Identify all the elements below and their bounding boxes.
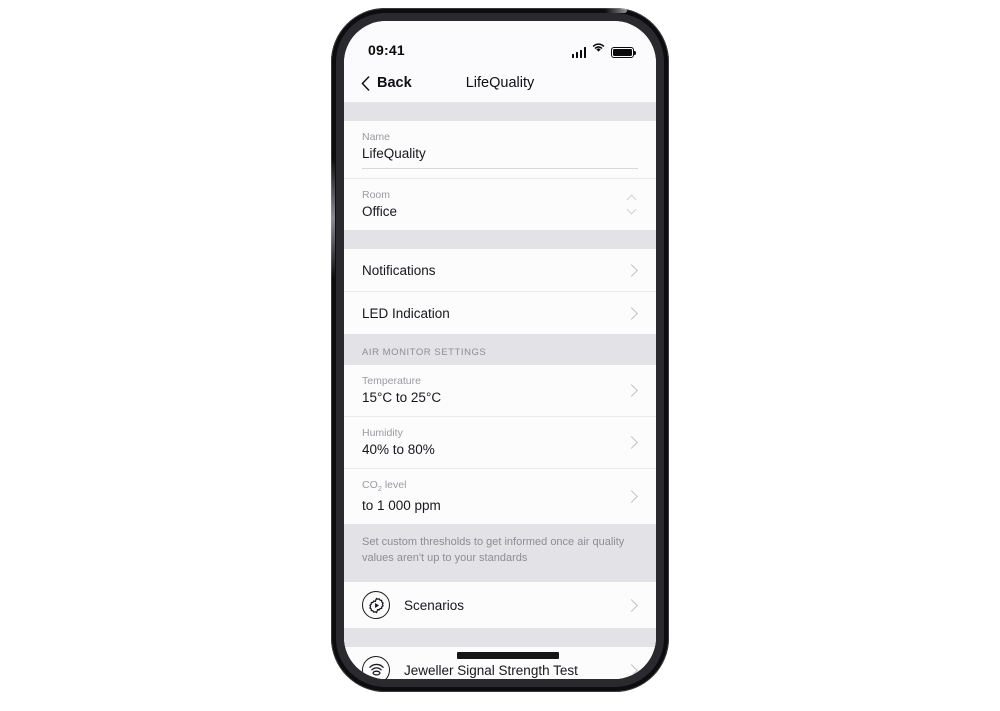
section-spacer-2 [344,628,656,648]
battery-full-icon [611,46,636,58]
scenarios-label: Scenarios [404,597,465,613]
chevron-right-icon [625,490,638,503]
jeweller-signal-strength-test-label: Jeweller Signal Strength Test [404,662,578,678]
humidity-value: 40% to 80% [362,442,435,457]
room-field-value: Office [362,204,398,219]
air-monitor-footer-note: Set custom thresholds to get informed on… [344,524,656,583]
wifi-icon [591,40,606,58]
led-indication-row[interactable]: LED Indication [344,292,656,334]
temperature-value: 15°C to 25°C [362,390,442,405]
scenarios-row[interactable]: Scenarios [344,582,656,629]
name-field-row[interactable]: Name LifeQuality [344,121,656,178]
section-spacer-top [344,102,656,121]
led-indication-label: LED Indication [362,305,450,321]
humidity-label: Humidity [362,427,403,439]
phone-screen: 09:41 Back LifeQuality Name LifeQuality … [344,21,656,679]
chevron-right-icon [625,436,638,449]
back-button[interactable]: Back [344,75,412,91]
chevron-right-icon [625,306,638,320]
co2-label-tail: level [381,479,407,491]
redaction-overlay [457,652,559,660]
chevron-right-icon [625,263,638,277]
navigation-bar: Back LifeQuality [344,64,656,102]
co2-level-value: to 1 000 ppm [362,498,441,514]
name-field-value[interactable]: LifeQuality [362,145,638,163]
chevron-right-icon [625,598,638,612]
chevron-left-icon [361,75,370,91]
bezel-highlight-left [331,158,335,278]
settings-list: Name LifeQuality Room Office Notificatio… [344,102,656,679]
temperature-row[interactable]: Temperature 15°C to 25°C [344,365,656,416]
room-field-row[interactable]: Room Office [344,179,656,230]
room-field-label: Room [362,189,391,201]
co2-level-label: CO2 level [362,478,441,496]
co2-label-main: CO [362,479,378,491]
bezel-highlight [605,8,627,13]
status-bar: 09:41 [344,21,656,64]
jeweller-signal-strength-test-row[interactable]: Jeweller Signal Strength Test [344,647,656,679]
name-field-underline [362,168,638,169]
status-bar-time: 09:41 [368,42,405,58]
status-bar-icons [571,40,636,58]
chevron-right-icon [625,384,638,397]
notifications-label: Notifications [362,262,436,278]
co2-level-row[interactable]: CO2 level to 1 000 ppm [344,469,656,525]
chevron-right-icon [625,663,638,677]
phone-device-frame: 09:41 Back LifeQuality Name LifeQuality … [331,8,669,692]
notifications-row[interactable]: Notifications [344,249,656,291]
temperature-label: Temperature [362,375,421,387]
back-button-label: Back [377,75,412,91]
signal-waves-icon [362,656,390,679]
name-field-label: Name [362,131,391,143]
section-spacer-1 [344,230,656,249]
gear-play-icon [362,591,390,620]
room-stepper-icon[interactable] [626,194,637,215]
air-monitor-section-header: AIR MONITOR SETTINGS [344,334,656,365]
cellular-signal-icon [571,47,586,58]
humidity-row[interactable]: Humidity 40% to 80% [344,417,656,468]
